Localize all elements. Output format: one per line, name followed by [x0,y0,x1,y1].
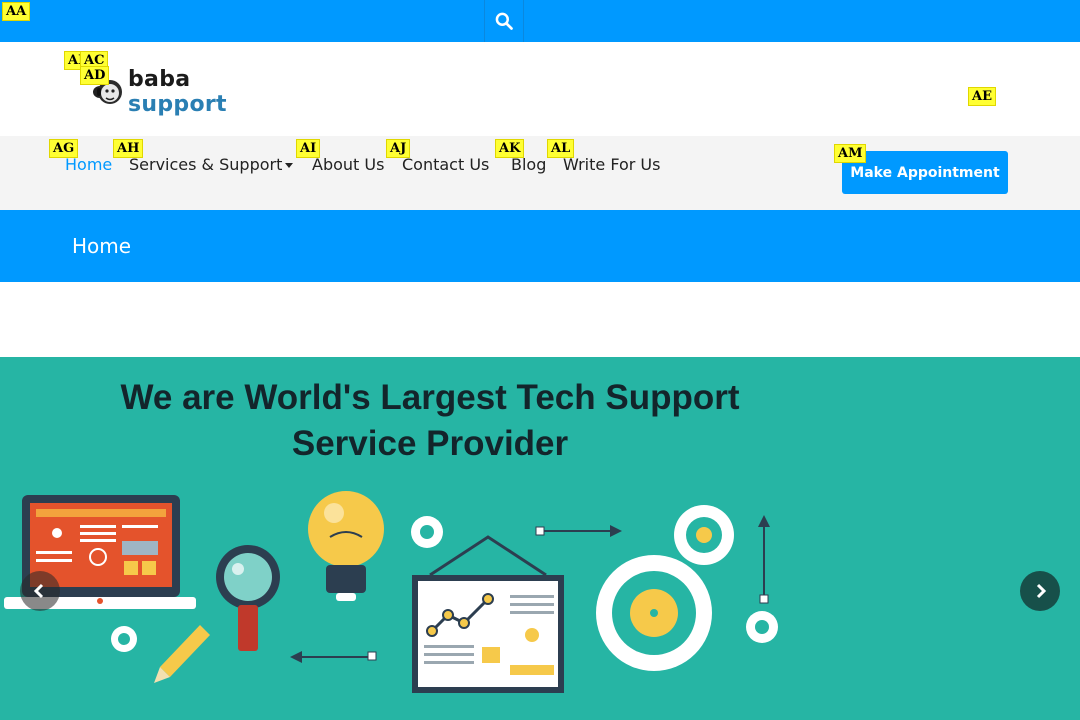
mark-label-ae: AE [968,87,996,106]
hero-illustration [4,491,778,693]
chevron-down-icon [285,163,294,168]
main-navigation: Home Services & Support About Us Contact… [0,136,1080,210]
chevron-left-icon [33,583,44,599]
search-icon [495,12,513,30]
search-button[interactable] [484,0,524,42]
top-bar [0,0,1080,42]
page-title: Home [72,234,132,258]
slider-prev-button[interactable] [20,571,60,611]
nav-item-about-us[interactable]: About Us [312,155,384,174]
site-header: baba support [0,42,1080,136]
mark-label-ag: AG [49,139,79,158]
mark-label-aa: AA [2,2,31,21]
logo-text: baba support [128,67,296,117]
mark-label-ah: AH [113,139,144,158]
slider-next-button[interactable] [1020,571,1060,611]
nav-item-services-label: Services & Support [129,155,283,174]
hero-title: We are World's Largest Tech Support Serv… [120,378,740,463]
mark-label-ad: AD [80,66,110,85]
page-title-bar: Home [0,210,1080,282]
site-logo[interactable]: baba support [86,67,296,117]
mark-label-ak: AK [495,139,525,158]
mark-label-am: AM [834,144,867,163]
nav-item-write-for-us[interactable]: Write For Us [563,155,660,174]
mark-label-al: AL [547,139,575,158]
logo-text-part2: support [128,92,227,117]
hero-slider: We are World's Largest Tech Support Serv… [0,357,1080,720]
logo-text-part1: baba [128,67,191,92]
chevron-right-icon [1036,583,1047,599]
mark-label-aj: AJ [386,139,411,158]
mark-label-ai: AI [296,139,321,158]
nav-item-contact-us[interactable]: Contact Us [402,155,489,174]
nav-item-services-support[interactable]: Services & Support [129,155,294,174]
make-appointment-button[interactable]: Make Appointment [842,151,1008,194]
